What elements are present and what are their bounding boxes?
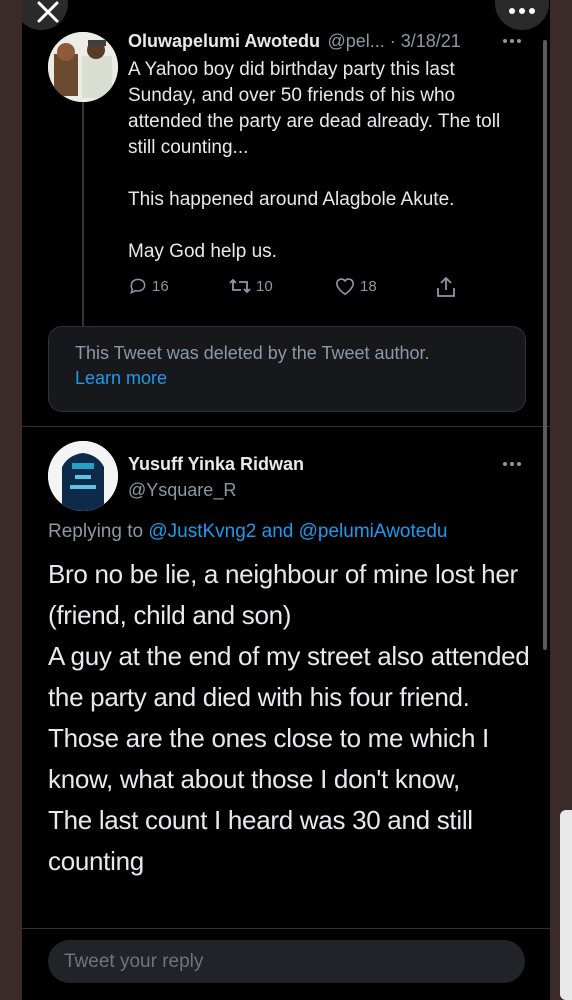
reply-input-placeholder: Tweet your reply <box>64 951 204 972</box>
mention-justkvng2[interactable]: @JustKvng2 <box>148 521 256 542</box>
retweet-count: 10 <box>256 277 273 295</box>
close-button[interactable] <box>22 0 68 30</box>
reply-text: Bro no be lie, a neighbour of mine lost … <box>48 559 530 876</box>
mention-and: and <box>261 521 294 542</box>
learn-more-link[interactable]: Learn more <box>75 368 167 389</box>
heart-icon <box>335 278 355 296</box>
tweet-actions: 16 10 18 <box>128 276 458 300</box>
replying-to-line: Replying to @JustKvng2 and @pelumiAwoted… <box>48 521 447 543</box>
more-dots-icon[interactable] <box>502 38 522 44</box>
more-dots-icon <box>509 8 535 14</box>
background-strip <box>560 810 572 1000</box>
share-action[interactable] <box>436 276 456 298</box>
reply-action[interactable]: 16 <box>128 276 169 296</box>
retweet-icon <box>229 278 251 294</box>
avatar-photo <box>48 32 118 102</box>
deleted-tweet-notice: This Tweet was deleted by the Tweet auth… <box>48 326 526 412</box>
reply-author-avatar[interactable] <box>48 441 118 511</box>
more-options-button[interactable] <box>495 0 549 30</box>
reply-icon <box>130 278 146 295</box>
tweet-thread-screen: Oluwapelumi Awotedu @pel... · 3/18/21 A … <box>22 0 550 1000</box>
like-count: 18 <box>360 277 377 295</box>
avatar-photo <box>48 441 118 511</box>
close-icon <box>37 1 59 23</box>
share-icon <box>437 276 455 297</box>
author-name[interactable]: Oluwapelumi Awotedu <box>128 31 320 51</box>
author-avatar[interactable] <box>48 32 118 102</box>
retweet-action[interactable]: 10 <box>228 276 273 296</box>
deleted-notice-text: This Tweet was deleted by the Tweet auth… <box>75 343 430 363</box>
divider <box>22 928 550 929</box>
mention-pelumiawotedu[interactable]: @pelumiAwotedu <box>299 521 448 542</box>
divider <box>22 426 550 427</box>
author-handle-date[interactable]: @pel... · 3/18/21 <box>327 31 460 51</box>
scrollbar[interactable] <box>543 40 547 650</box>
reply-count: 16 <box>152 277 169 295</box>
thread-line <box>82 102 84 330</box>
like-action[interactable]: 18 <box>334 276 377 296</box>
more-dots-icon[interactable] <box>502 461 522 467</box>
reply-author-handle[interactable]: @Ysquare_R <box>128 480 236 501</box>
reply-author-name[interactable]: Yusuff Yinka Ridwan <box>128 454 304 475</box>
reply-input[interactable]: Tweet your reply <box>48 940 525 983</box>
tweet-header: Oluwapelumi Awotedu @pel... · 3/18/21 <box>128 31 461 52</box>
tweet-text: A Yahoo boy did birthday party this last… <box>128 59 501 262</box>
replying-to-label: Replying to <box>48 521 144 542</box>
